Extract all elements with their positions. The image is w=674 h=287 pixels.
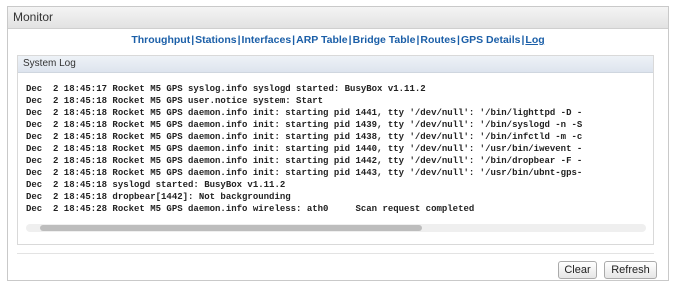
log-line: Dec 2 18:45:28 Rocket M5 GPS daemon.info… [26, 204, 475, 214]
scrollbar-thumb[interactable] [40, 225, 422, 231]
log-line: Dec 2 18:45:17 Rocket M5 GPS syslog.info… [26, 84, 426, 94]
panel-title: Monitor [8, 7, 668, 29]
nav-link-routes[interactable]: Routes [420, 34, 456, 46]
nav-link-arp-table[interactable]: ARP Table [296, 34, 348, 46]
nav-link-stations[interactable]: Stations [195, 34, 236, 46]
log-line: Dec 2 18:45:18 Rocket M5 GPS daemon.info… [26, 108, 583, 118]
log-line: Dec 2 18:45:18 syslogd started: BusyBox … [26, 180, 286, 190]
refresh-button[interactable]: Refresh [604, 261, 657, 279]
nav-link-throughput[interactable]: Throughput [131, 34, 190, 46]
log-line: Dec 2 18:45:18 Rocket M5 GPS user.notice… [26, 96, 324, 106]
monitor-panel: Monitor Throughput|Stations|Interfaces|A… [7, 6, 669, 281]
log-line: Dec 2 18:45:18 Rocket M5 GPS daemon.info… [26, 120, 583, 130]
system-log-title: System Log [18, 56, 653, 73]
log-line: Dec 2 18:45:18 Rocket M5 GPS daemon.info… [26, 156, 583, 166]
nav-link-gps-details[interactable]: GPS Details [461, 34, 521, 46]
log-line: Dec 2 18:45:18 Rocket M5 GPS daemon.info… [26, 168, 583, 178]
log-line: Dec 2 18:45:18 dropbear[1442]: Not backg… [26, 192, 291, 202]
log-line: Dec 2 18:45:18 Rocket M5 GPS daemon.info… [26, 144, 583, 154]
footer-divider [17, 253, 654, 254]
log-text-area[interactable]: Dec 2 18:45:17 Rocket M5 GPS syslog.info… [26, 83, 646, 221]
nav-link-log[interactable]: Log [525, 34, 544, 46]
monitor-nav: Throughput|Stations|Interfaces|ARP Table… [8, 29, 668, 51]
system-log-box: System Log Dec 2 18:45:17 Rocket M5 GPS … [17, 55, 654, 245]
clear-button[interactable]: Clear [558, 261, 597, 279]
nav-link-interfaces[interactable]: Interfaces [242, 34, 292, 46]
horizontal-scrollbar[interactable] [26, 224, 646, 232]
log-line: Dec 2 18:45:18 Rocket M5 GPS daemon.info… [26, 132, 583, 142]
nav-link-bridge-table[interactable]: Bridge Table [353, 34, 416, 46]
